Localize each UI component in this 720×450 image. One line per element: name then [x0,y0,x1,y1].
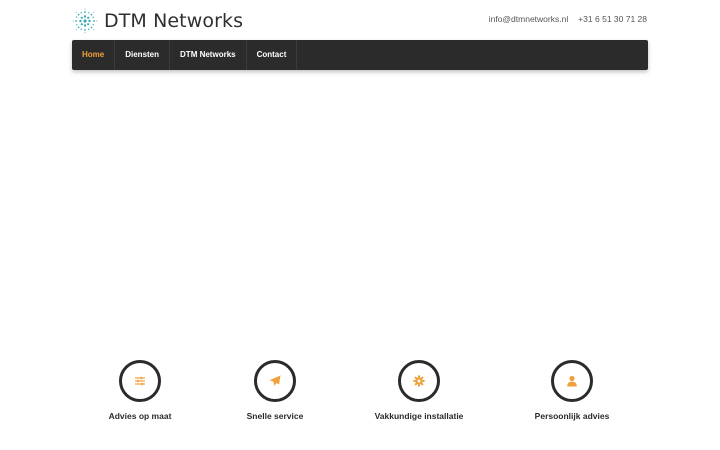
main-navigation: Home Diensten DTM Networks Contact [72,40,648,70]
feature-icon-circle [119,360,161,402]
feature-label: Vakkundige installatie [374,411,464,421]
header-phone-link[interactable]: +31 6 51 30 71 28 [578,14,647,24]
nav-item-diensten[interactable]: Diensten [115,40,171,70]
features-section: Advies op maat Snelle service Vakkundige… [0,360,720,430]
logo-dots-icon [72,8,98,34]
nav-item-dtm-networks[interactable]: DTM Networks [170,40,247,70]
feature-vakkundige-installatie: Vakkundige installatie [344,360,494,421]
feature-snelle-service: Snelle service [200,360,350,421]
feature-persoonlijk-advies: Persoonlijk advies [497,360,647,421]
sliders-icon [135,376,145,386]
header-email-link[interactable]: info@dtmnetworks.nl [489,14,569,24]
page: DTM Networks info@dtmnetworks.nl +31 6 5… [0,0,720,450]
gear-icon [413,375,425,387]
feature-icon-circle [398,360,440,402]
feature-label: Snelle service [246,411,304,421]
feature-label: Advies op maat [108,411,172,421]
feature-icon-circle [551,360,593,402]
logo[interactable]: DTM Networks [72,8,243,34]
header-contact-info: info@dtmnetworks.nl +31 6 51 30 71 28 [489,14,647,24]
paper-plane-icon [269,375,281,386]
nav-item-contact[interactable]: Contact [247,40,298,70]
feature-icon-circle [254,360,296,402]
nav-item-home[interactable]: Home [72,40,116,70]
feature-advies-op-maat: Advies op maat [65,360,215,421]
user-icon [567,375,577,387]
feature-label: Persoonlijk advies [534,411,610,421]
logo-text: DTM Networks [104,10,244,32]
